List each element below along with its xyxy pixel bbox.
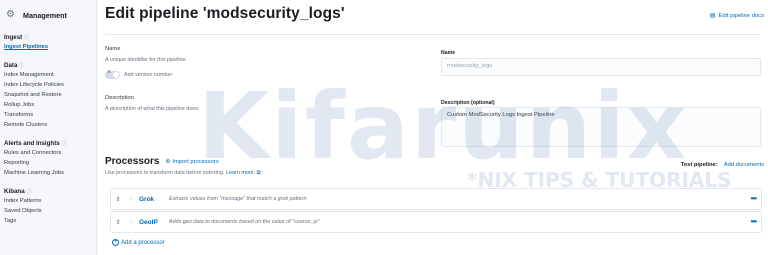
sidebar-item-index-management[interactable]: Index Management bbox=[4, 70, 96, 80]
sidebar-item-machine-learning-jobs[interactable]: Machine Learning Jobs bbox=[4, 168, 96, 178]
processor-name[interactable]: GeoIP bbox=[139, 219, 169, 226]
sidebar-item-snapshot-and-restore[interactable]: Snapshot and Restore bbox=[4, 90, 96, 100]
gear-icon: ⚙ bbox=[6, 9, 15, 20]
sidebar-item-rules-and-connectors[interactable]: Rules and Connectors bbox=[4, 148, 96, 158]
import-icon: ⊛ bbox=[165, 158, 171, 165]
processor-row-geoip[interactable]: ⇕ › GeoIP Adds geo data to documents bas… bbox=[110, 211, 762, 233]
version-toggle-label: Add version number bbox=[124, 72, 173, 78]
processor-name[interactable]: Grok bbox=[139, 196, 169, 203]
plus-icon: + bbox=[112, 239, 119, 246]
version-toggle[interactable] bbox=[105, 69, 120, 79]
add-processor-label: Add a processor bbox=[121, 239, 165, 246]
sidebar-title: Management bbox=[23, 10, 67, 20]
sidebar-item-remote-clusters[interactable]: Remote Clusters bbox=[4, 120, 96, 130]
more-actions-icon[interactable]: ••• bbox=[751, 217, 757, 226]
section-title: Alerts and Insights bbox=[4, 139, 60, 147]
sidebar-item-transforms[interactable]: Transforms bbox=[4, 110, 96, 120]
section-title: Kibana bbox=[4, 187, 25, 195]
sidebar-item-tags[interactable]: Tags bbox=[4, 216, 96, 226]
sidebar-item-ingest-pipelines[interactable]: Ingest Pipelines bbox=[4, 42, 96, 52]
divider bbox=[105, 34, 760, 35]
sidebar-section-data: Data ⓘ Index Management Index Lifecycle P… bbox=[0, 60, 96, 130]
sidebar-section-ingest: Ingest ⓘ Ingest Pipelines bbox=[0, 32, 96, 52]
sidebar-item-index-patterns[interactable]: Index Patterns bbox=[4, 196, 96, 206]
description-section-description: A description of what this pipeline does… bbox=[105, 106, 200, 112]
info-icon: ⓘ bbox=[19, 62, 25, 69]
processor-description: Extracts values from "message" that matc… bbox=[169, 196, 307, 202]
section-title: Data bbox=[4, 61, 18, 69]
version-toggle-row: Add version number bbox=[105, 69, 173, 79]
sidebar-section-alerts: Alerts and Insights ⓘ Rules and Connector… bbox=[0, 138, 96, 178]
section-title: Ingest bbox=[4, 33, 23, 41]
more-actions-icon[interactable]: ••• bbox=[751, 194, 757, 203]
sidebar-item-reporting[interactable]: Reporting bbox=[4, 158, 96, 168]
drag-handle-icon[interactable]: ⇕ bbox=[111, 219, 125, 226]
sidebar-section-kibana: Kibana ⓘ Index Patterns Saved Objects Tag… bbox=[0, 186, 96, 226]
sidebar-item-index-lifecycle-policies[interactable]: Index Lifecycle Policies bbox=[4, 80, 96, 90]
page-title: Edit pipeline 'modsecurity_logs' bbox=[105, 5, 345, 22]
name-field-label: Name bbox=[441, 50, 456, 56]
edit-pipeline-docs-link[interactable]: ▤ Edit pipeline docs bbox=[709, 12, 764, 20]
drag-handle-icon[interactable]: ⇕ bbox=[111, 196, 125, 203]
add-processor-button[interactable]: + Add a processor bbox=[112, 239, 165, 246]
info-icon: ⓘ bbox=[24, 34, 30, 41]
sidebar: ⚙ Management Ingest ⓘ Ingest Pipelines Da… bbox=[0, 0, 97, 255]
edit-docs-label: Edit pipeline docs bbox=[718, 12, 764, 19]
document-icon: ▤ bbox=[709, 13, 716, 19]
watermark-logo: Kifarunix bbox=[198, 73, 689, 180]
chevron-right-icon[interactable]: › bbox=[125, 219, 137, 225]
processors-title: Processors bbox=[105, 156, 160, 167]
description-section-title: Description bbox=[105, 95, 134, 101]
sidebar-item-saved-objects[interactable]: Saved Objects bbox=[4, 206, 96, 216]
name-section-title: Name bbox=[105, 46, 121, 52]
sidebar-header: ⚙ Management bbox=[0, 0, 96, 30]
watermark-tagline: *NIX TIPS & TUTORIALS bbox=[467, 168, 732, 192]
info-icon: ⓘ bbox=[61, 140, 67, 147]
sidebar-item-rollup-jobs[interactable]: Rollup Jobs bbox=[4, 100, 96, 110]
chevron-right-icon[interactable]: › bbox=[125, 196, 137, 202]
info-icon: ⓘ bbox=[26, 188, 32, 195]
processor-description: Adds geo data to documents based on the … bbox=[169, 219, 320, 225]
name-section-description: A unique identifier for this pipeline. bbox=[105, 57, 188, 63]
